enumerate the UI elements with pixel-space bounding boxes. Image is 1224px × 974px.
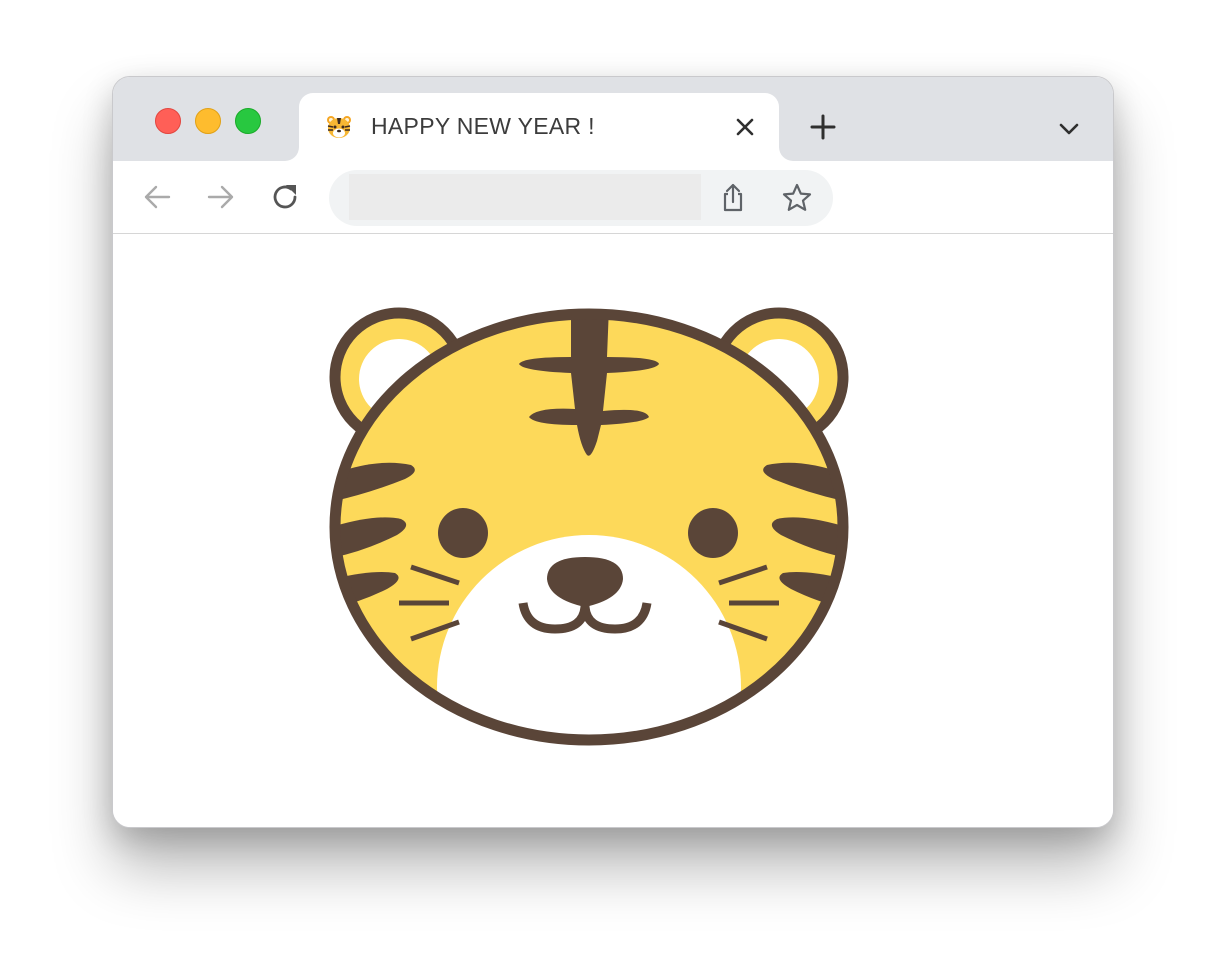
forward-arrow-icon[interactable] — [205, 181, 237, 213]
minimize-window-button[interactable] — [195, 108, 221, 134]
tiger-favicon-icon — [327, 116, 351, 138]
back-arrow-icon[interactable] — [141, 181, 173, 213]
tiger-face-illustration — [329, 307, 849, 746]
chevron-down-icon[interactable] — [1057, 117, 1081, 141]
navigation-toolbar — [113, 161, 1113, 234]
share-icon[interactable] — [717, 182, 749, 214]
new-tab-plus-icon[interactable] — [809, 113, 837, 141]
address-bar — [329, 170, 833, 226]
star-icon[interactable] — [781, 182, 813, 214]
close-icon[interactable] — [733, 115, 757, 139]
address-input[interactable] — [349, 174, 701, 220]
page-content — [113, 235, 1113, 827]
tiger-eye-right — [688, 508, 738, 558]
browser-window: HAPPY NEW YEAR ! — [112, 76, 1114, 828]
maximize-window-button[interactable] — [235, 108, 261, 134]
tab-active[interactable]: HAPPY NEW YEAR ! — [299, 93, 779, 161]
tab-title: HAPPY NEW YEAR ! — [371, 113, 595, 139]
tab-bar: HAPPY NEW YEAR ! — [113, 77, 1113, 161]
tiger-eye-left — [438, 508, 488, 558]
close-window-button[interactable] — [155, 108, 181, 134]
reload-icon[interactable] — [269, 181, 301, 213]
